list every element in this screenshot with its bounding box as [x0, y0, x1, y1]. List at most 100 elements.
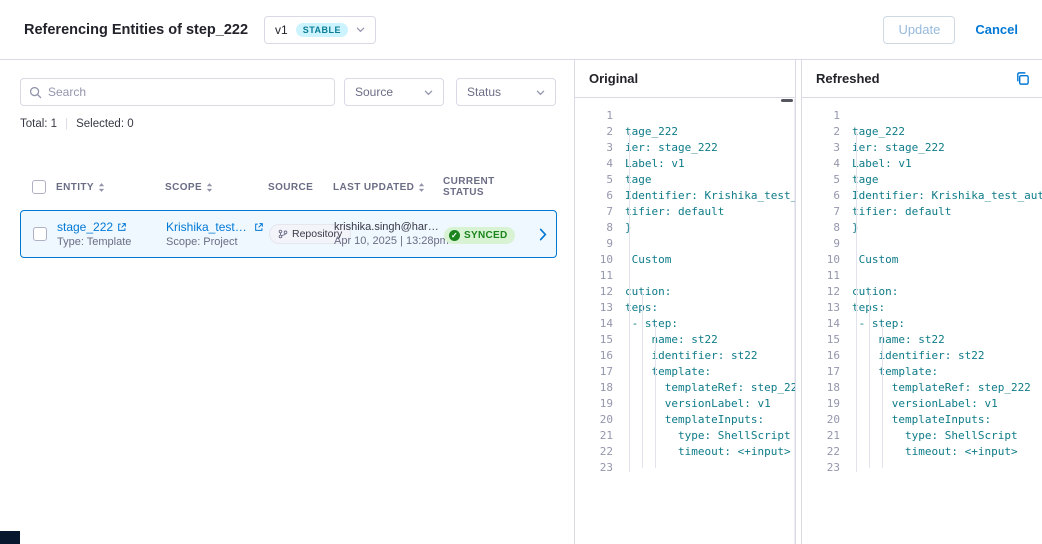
original-panel-header: Original: [575, 60, 795, 98]
scope-link[interactable]: Krishika_test_au...: [166, 220, 250, 234]
code-line: 2tage_222: [587, 124, 795, 140]
total-count: Total: 1: [20, 118, 57, 130]
line-text: ier: stage_222: [852, 140, 945, 156]
sort-icon[interactable]: [418, 182, 425, 193]
selected-count: Selected: 0: [76, 118, 134, 130]
row-checkbox[interactable]: [33, 227, 47, 241]
line-text: templateInputs:: [625, 412, 764, 428]
indent-guide: [882, 324, 883, 468]
copy-icon[interactable]: [1015, 71, 1030, 86]
code-line: 3ier: stage_222: [814, 140, 1042, 156]
line-text: Identifier: Krishika_test_aut: [852, 188, 1042, 204]
code-line: 21 type: ShellScript: [814, 428, 1042, 444]
column-last-updated[interactable]: LAST UPDATED: [333, 182, 443, 193]
line-text: Identifier: Krishika_test_aut: [625, 188, 796, 204]
check-icon: ✓: [449, 230, 460, 241]
update-button[interactable]: Update: [883, 16, 955, 44]
source-filter[interactable]: Source: [344, 78, 444, 106]
code-line: 14 - step:: [587, 316, 795, 332]
line-text: identifier: st22: [852, 348, 984, 364]
line-text: timeout: <+input>: [625, 444, 791, 460]
external-link-icon[interactable]: [117, 222, 127, 232]
line-number: 16: [814, 348, 840, 364]
status-cell: ✓ SYNCED: [444, 225, 538, 244]
cancel-button[interactable]: Cancel: [975, 22, 1018, 37]
code-line: 10 Custom: [587, 252, 795, 268]
version-selector[interactable]: v1 STABLE: [264, 16, 376, 44]
column-scope[interactable]: SCOPE: [165, 182, 268, 193]
filters-row: Source Status: [20, 78, 556, 106]
refreshed-panel-header: Refreshed: [802, 60, 1042, 98]
code-line: 23: [587, 460, 795, 476]
line-text: templateRef: step_222: [625, 380, 796, 396]
code-line: 9: [814, 236, 1042, 252]
refreshed-code[interactable]: 12tage_2223ier: stage_2224Label: v15tage…: [802, 98, 1042, 476]
line-number: 23: [814, 460, 840, 476]
line-number: 5: [814, 172, 840, 188]
code-line: 5tage: [587, 172, 795, 188]
code-line: 6 Identifier: Krishika_test_aut: [814, 188, 1042, 204]
line-number: 17: [814, 364, 840, 380]
code-line: 6Identifier: Krishika_test_aut: [587, 188, 795, 204]
external-link-icon[interactable]: [254, 222, 264, 232]
line-number: 7: [814, 204, 840, 220]
line-text: - step:: [625, 316, 678, 332]
table-row[interactable]: stage_222 Type: Template Krishika_test_a…: [20, 210, 557, 258]
code-line: 4Label: v1: [587, 156, 795, 172]
status-badge: ✓ SYNCED: [444, 227, 515, 244]
line-number: 2: [587, 124, 613, 140]
line-text: - step:: [852, 316, 905, 332]
entity-type: Type: Template: [57, 236, 166, 248]
line-number: 17: [587, 364, 613, 380]
page-header: Referencing Entities of step_222 v1 STAB…: [0, 0, 1042, 60]
line-text: timeout: <+input>: [852, 444, 1018, 460]
search-box[interactable]: [20, 78, 335, 106]
code-line: 1: [814, 108, 1042, 124]
line-text: templateInputs:: [852, 412, 991, 428]
line-number: 16: [587, 348, 613, 364]
original-code[interactable]: 12tage_2223ier: stage_2224Label: v15tage…: [575, 98, 795, 476]
line-text: name: st22: [852, 332, 945, 348]
line-text: cution:: [625, 284, 671, 300]
line-text: ier: stage_222: [625, 140, 718, 156]
code-line: 18 templateRef: step_222: [814, 380, 1042, 396]
stable-badge: STABLE: [296, 23, 348, 37]
line-number: 21: [814, 428, 840, 444]
code-line: 16 identifier: st22: [814, 348, 1042, 364]
code-line: 11: [587, 268, 795, 284]
line-number: 13: [587, 300, 613, 316]
line-text: versionLabel: v1: [625, 396, 771, 412]
page-title: Referencing Entities of step_222: [24, 22, 248, 38]
git-repository-icon: [278, 229, 288, 239]
line-text: cution:: [852, 284, 898, 300]
line-number: 23: [587, 460, 613, 476]
line-number: 11: [587, 268, 613, 284]
code-line: 8}: [814, 220, 1042, 236]
select-all-checkbox[interactable]: [32, 180, 46, 194]
line-number: 4: [587, 156, 613, 172]
entity-link[interactable]: stage_222: [57, 220, 113, 234]
code-line: 12cution:: [587, 284, 795, 300]
sort-icon[interactable]: [206, 182, 213, 193]
sort-icon[interactable]: [98, 182, 105, 193]
search-input[interactable]: [48, 85, 326, 99]
line-number: 15: [814, 332, 840, 348]
line-text: templateRef: step_222: [852, 380, 1031, 396]
scope-cell: Krishika_test_au... Scope: Project: [166, 220, 269, 248]
line-text: type: ShellScript: [625, 428, 791, 444]
indent-guide: [629, 132, 630, 472]
line-text: tage_222: [852, 124, 905, 140]
code-line: 15 name: st22: [587, 332, 795, 348]
column-entity[interactable]: ENTITY: [56, 182, 165, 193]
code-line: 7tifier: default: [814, 204, 1042, 220]
code-line: 3ier: stage_222: [587, 140, 795, 156]
status-badge-label: SYNCED: [464, 230, 507, 241]
refreshed-title: Refreshed: [816, 71, 880, 86]
line-number: 11: [814, 268, 840, 284]
header-actions: Update Cancel: [883, 16, 1018, 44]
chevron-right-icon[interactable]: [539, 228, 547, 241]
last-updated-cell: krishika.singh@harnes... Apr 10, 2025 | …: [334, 221, 444, 247]
status-filter[interactable]: Status: [456, 78, 556, 106]
line-number: 6: [814, 188, 840, 204]
search-icon: [29, 86, 42, 99]
